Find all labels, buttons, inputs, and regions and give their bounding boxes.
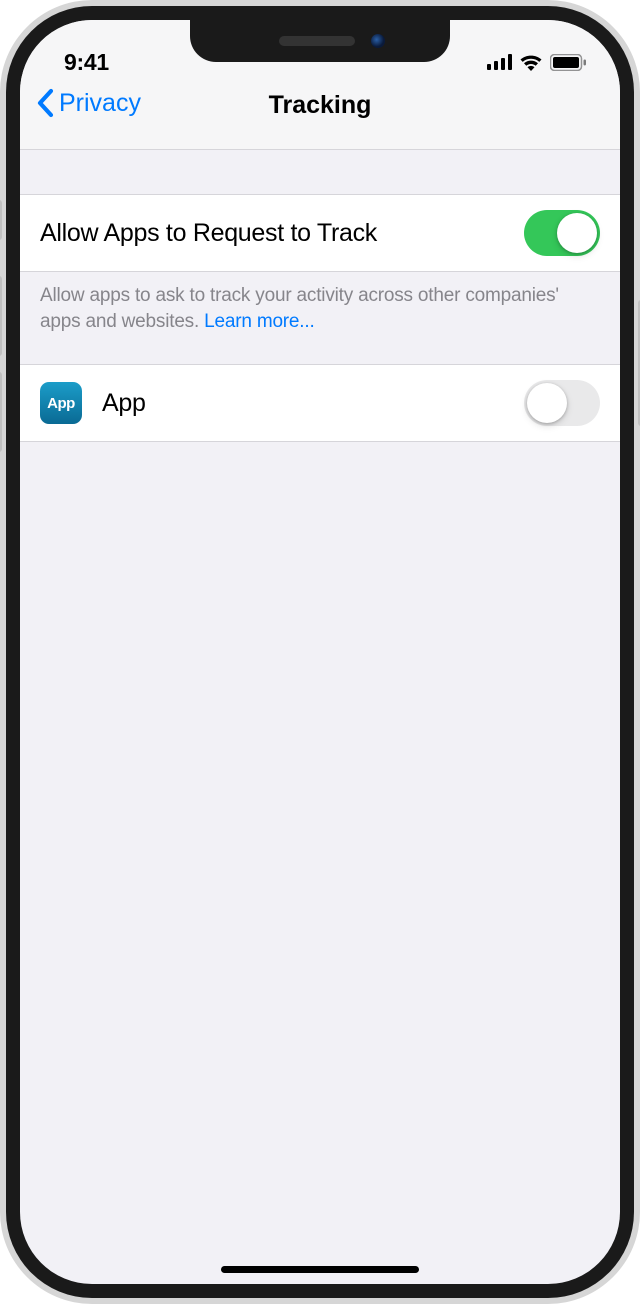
nav-bar: Privacy Tracking — [20, 88, 620, 150]
volume-down-button — [0, 372, 2, 452]
wifi-icon — [519, 54, 543, 71]
status-icons — [487, 54, 586, 71]
status-time: 9:41 — [64, 49, 109, 76]
home-indicator[interactable] — [221, 1266, 419, 1273]
toggle-knob — [557, 213, 597, 253]
screen: 9:41 Privacy Tracking Allow Apps to Requ… — [20, 20, 620, 1284]
learn-more-link[interactable]: Learn more... — [204, 311, 314, 332]
allow-apps-to-track-row: Allow Apps to Request to Track — [20, 194, 620, 272]
app-tracking-toggle[interactable] — [524, 380, 600, 426]
app-name-label: App — [102, 389, 504, 418]
speaker-grille — [279, 36, 355, 46]
app-icon: App — [40, 382, 82, 424]
mute-switch — [0, 200, 2, 240]
cellular-icon — [487, 54, 512, 70]
app-tracking-row: App App — [20, 364, 620, 442]
front-camera — [371, 34, 385, 48]
allow-apps-to-track-label: Allow Apps to Request to Track — [40, 219, 524, 248]
settings-content: Allow Apps to Request to Track Allow app… — [20, 150, 620, 442]
section-footer: Allow apps to ask to track your activity… — [20, 272, 620, 364]
back-label: Privacy — [59, 89, 141, 118]
volume-up-button — [0, 276, 2, 356]
battery-icon — [550, 54, 586, 71]
allow-apps-to-track-toggle[interactable] — [524, 210, 600, 256]
toggle-knob — [527, 383, 567, 423]
back-button[interactable]: Privacy — [36, 88, 141, 118]
phone-bezel: 9:41 Privacy Tracking Allow Apps to Requ… — [6, 6, 634, 1298]
page-title: Tracking — [269, 91, 372, 120]
chevron-left-icon — [36, 88, 54, 118]
notch — [190, 20, 450, 62]
phone-frame: 9:41 Privacy Tracking Allow Apps to Requ… — [0, 0, 640, 1304]
